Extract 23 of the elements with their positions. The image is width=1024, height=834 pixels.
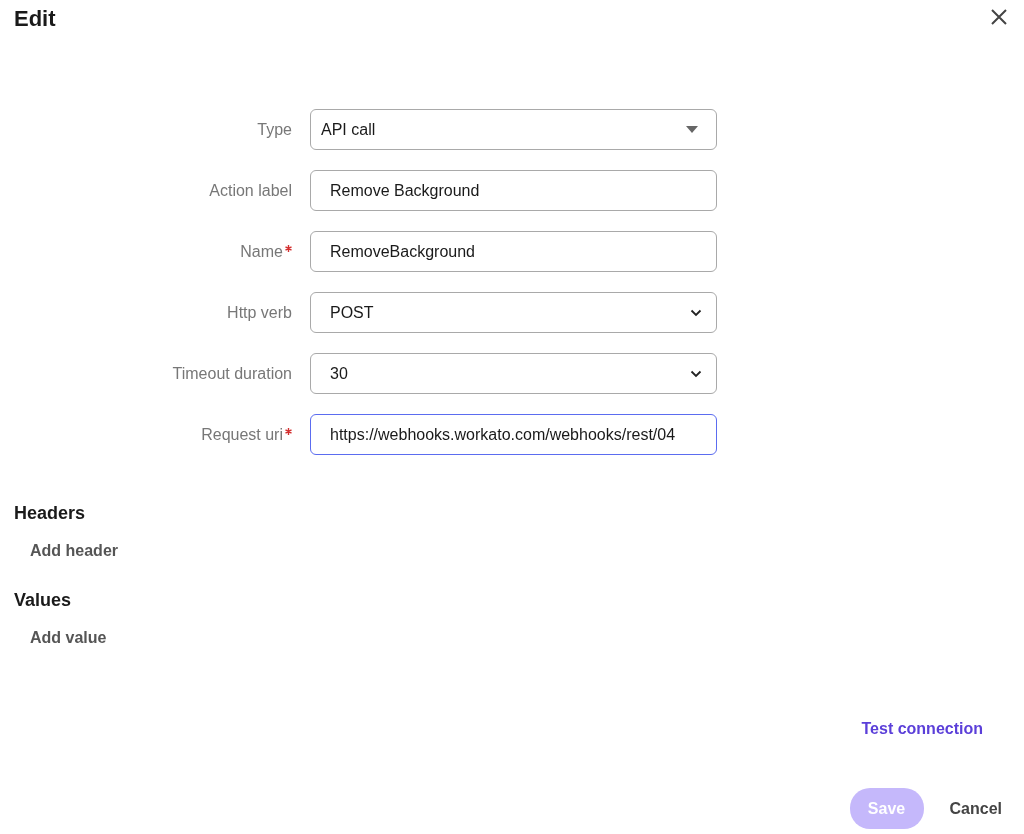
test-connection-link[interactable]: Test connection <box>861 720 983 738</box>
dialog-title: Edit <box>14 6 56 32</box>
field-label: Action label <box>209 181 292 200</box>
section-heading: Values <box>14 590 73 611</box>
input-field[interactable]: Remove Background <box>310 170 717 211</box>
section-heading: Headers <box>14 503 87 524</box>
chevron-down-icon <box>690 369 702 378</box>
add-link[interactable]: Add header <box>30 542 118 560</box>
input-field[interactable]: RemoveBackground <box>310 231 717 272</box>
cancel-button[interactable]: Cancel <box>949 799 1002 818</box>
input-field[interactable]: https://webhooks.workato.com/webhooks/rest/04 <box>310 414 717 455</box>
field-label: Request uri <box>201 425 283 444</box>
chevron-down-icon <box>690 308 702 317</box>
select-field[interactable]: API call <box>310 109 717 150</box>
caret-icon <box>686 126 698 133</box>
close-icon[interactable] <box>990 8 1008 26</box>
field-label: Name <box>240 242 283 261</box>
field-label: Http verb <box>227 303 292 322</box>
select-field[interactable]: POST <box>310 292 717 333</box>
field-label: Timeout duration <box>172 364 292 383</box>
select-field[interactable]: 30 <box>310 353 717 394</box>
field-label: Type <box>257 120 292 139</box>
add-link[interactable]: Add value <box>30 629 107 647</box>
